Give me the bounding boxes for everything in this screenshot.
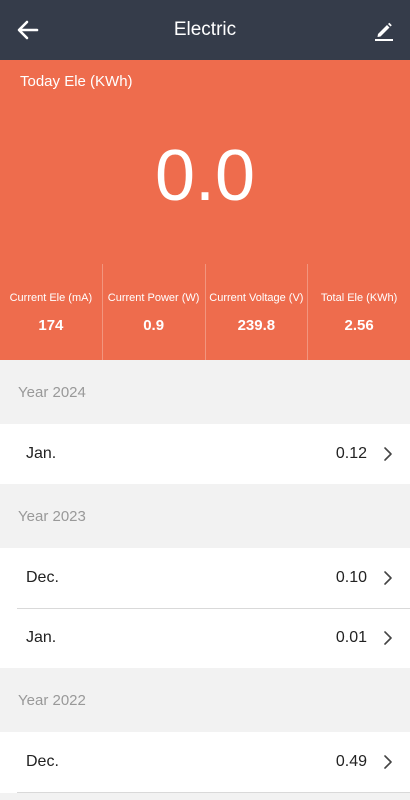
edit-pencil-icon[interactable]: [372, 18, 396, 42]
stat-value: 0.9: [143, 317, 165, 334]
chevron-right-icon: [384, 571, 392, 585]
stat-current-power: Current Power (W) 0.9: [103, 264, 206, 360]
stat-label: Current Power (W): [107, 292, 200, 304]
stat-label: Current Ele (mA): [9, 292, 93, 304]
month-label: Dec.: [26, 569, 59, 586]
month-row[interactable]: Jan. 0.12: [0, 424, 410, 484]
month-row[interactable]: Dec. 0.10: [0, 548, 410, 608]
chevron-right-icon: [384, 631, 392, 645]
stat-current-ele: Current Ele (mA) 174: [0, 264, 103, 360]
stat-label: Current Voltage (V): [209, 292, 304, 304]
today-energy-value: 0.0: [154, 136, 256, 216]
app-header: Electric: [0, 0, 410, 60]
chevron-right-icon: [384, 447, 392, 461]
month-label: Dec.: [26, 753, 59, 770]
month-list: Dec. 0.10 Jan. 0.01: [0, 548, 410, 668]
stat-value: 174: [38, 317, 64, 334]
month-value: 0.49: [335, 753, 367, 770]
year-header: Year 2024: [0, 360, 410, 424]
stat-current-voltage: Current Voltage (V) 239.8: [206, 264, 309, 360]
divider: [17, 792, 410, 793]
today-energy-panel: Today Ele (KWh) 0.0: [0, 60, 410, 264]
stat-value: 2.56: [344, 317, 374, 334]
year-header: Year 2023: [0, 484, 410, 548]
month-value: 0.01: [335, 629, 367, 646]
back-arrow-icon[interactable]: [14, 16, 42, 44]
today-energy-label: Today Ele (KWh): [20, 73, 133, 90]
month-list: Jan. 0.12: [0, 424, 410, 484]
stat-label: Total Ele (KWh): [320, 292, 398, 304]
stat-value: 239.8: [237, 317, 276, 334]
stats-bar: Current Ele (mA) 174 Current Power (W) 0…: [0, 264, 410, 360]
month-value: 0.12: [335, 445, 367, 462]
year-header: Year 2022: [0, 668, 410, 732]
month-row[interactable]: Jan. 0.01: [0, 608, 410, 668]
month-label: Jan.: [26, 445, 57, 462]
stat-total-ele: Total Ele (KWh) 2.56: [308, 264, 410, 360]
month-label: Jan.: [26, 629, 57, 646]
month-value: 0.10: [335, 569, 367, 586]
chevron-right-icon: [384, 755, 392, 769]
month-list: Dec. 0.49: [0, 732, 410, 793]
page-title: Electric: [173, 19, 237, 40]
month-row[interactable]: Dec. 0.49: [0, 732, 410, 792]
